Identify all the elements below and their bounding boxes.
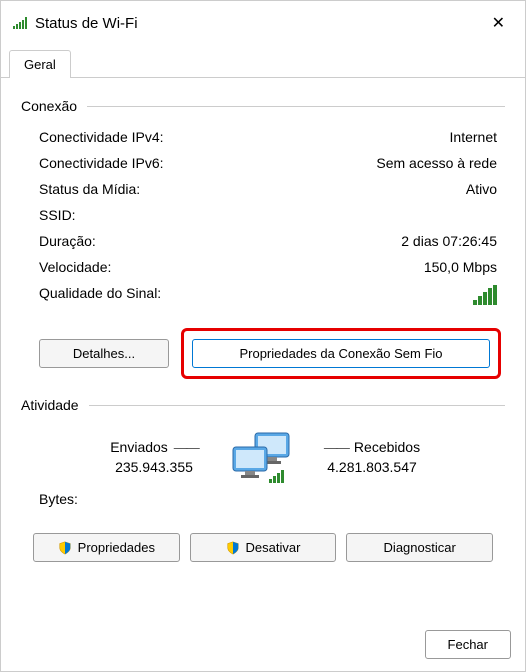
connection-section-label: Conexão — [21, 98, 77, 114]
duration-label: Duração: — [39, 233, 96, 249]
media-value: Ativo — [466, 181, 497, 197]
speed-row: Velocidade: 150,0 Mbps — [21, 254, 505, 280]
ipv4-value: Internet — [450, 129, 497, 145]
sent-label: Enviados — [110, 439, 168, 455]
ipv4-label: Conectividade IPv4: — [39, 129, 164, 145]
footer-buttons: Propriedades Desativar Diagnosticar — [21, 525, 505, 566]
received-value: 4.281.803.547 — [307, 459, 437, 475]
signal-row: Qualidade do Sinal: — [21, 280, 505, 310]
wifi-icon — [13, 17, 27, 29]
media-label: Status da Mídia: — [39, 181, 140, 197]
properties-button[interactable]: Propriedades — [33, 533, 180, 562]
ssid-row: SSID: — [21, 202, 505, 228]
dash-icon: —— — [174, 439, 198, 455]
content-area: Conexão Conectividade IPv4: Internet Con… — [1, 78, 525, 618]
activity-body: Enviados —— 235.943.355 — [21, 423, 505, 487]
activity-section-label: Atividade — [21, 397, 79, 413]
highlight-wireless-props: Propriedades da Conexão Sem Fio — [181, 328, 501, 379]
divider — [89, 405, 505, 406]
speed-value: 150,0 Mbps — [424, 259, 497, 275]
dash-icon: —— — [324, 439, 348, 455]
sent-value: 235.943.355 — [89, 459, 219, 475]
connection-section-header: Conexão — [21, 98, 505, 114]
received-label: Recebidos — [354, 439, 420, 455]
ipv6-value: Sem acesso à rede — [376, 155, 497, 171]
duration-value: 2 dias 07:26:45 — [401, 233, 497, 249]
wifi-status-window: Status de Wi-Fi ✕ Geral Conexão Conectiv… — [0, 0, 526, 672]
sent-column: Enviados —— 235.943.355 — [89, 439, 219, 475]
divider — [87, 106, 505, 107]
activity-section-header: Atividade — [21, 397, 505, 413]
close-icon[interactable]: ✕ — [484, 9, 513, 37]
diagnose-button[interactable]: Diagnosticar — [346, 533, 493, 562]
ipv6-label: Conectividade IPv6: — [39, 155, 164, 171]
close-button[interactable]: Fechar — [425, 630, 511, 659]
network-monitors-icon — [227, 429, 299, 485]
disable-button-label: Desativar — [246, 540, 301, 555]
ssid-label: SSID: — [39, 207, 76, 223]
tab-bar: Geral — [1, 45, 525, 78]
details-button[interactable]: Detalhes... — [39, 339, 169, 368]
signal-label: Qualidade do Sinal: — [39, 285, 161, 305]
titlebar: Status de Wi-Fi ✕ — [1, 1, 525, 45]
ipv6-row: Conectividade IPv6: Sem acesso à rede — [21, 150, 505, 176]
ipv4-row: Conectividade IPv4: Internet — [21, 124, 505, 150]
duration-row: Duração: 2 dias 07:26:45 — [21, 228, 505, 254]
bottom-bar: Fechar — [1, 618, 525, 671]
disable-button[interactable]: Desativar — [190, 533, 337, 562]
speed-label: Velocidade: — [39, 259, 111, 275]
window-title: Status de Wi-Fi — [35, 15, 138, 32]
properties-button-label: Propriedades — [78, 540, 155, 555]
signal-bars-icon — [473, 285, 497, 305]
received-column: —— Recebidos 4.281.803.547 — [307, 439, 437, 475]
media-row: Status da Mídia: Ativo — [21, 176, 505, 202]
tab-general[interactable]: Geral — [9, 50, 71, 78]
shield-icon — [226, 541, 240, 555]
bytes-label: Bytes: — [21, 487, 505, 525]
shield-icon — [58, 541, 72, 555]
wireless-properties-button[interactable]: Propriedades da Conexão Sem Fio — [192, 339, 490, 368]
